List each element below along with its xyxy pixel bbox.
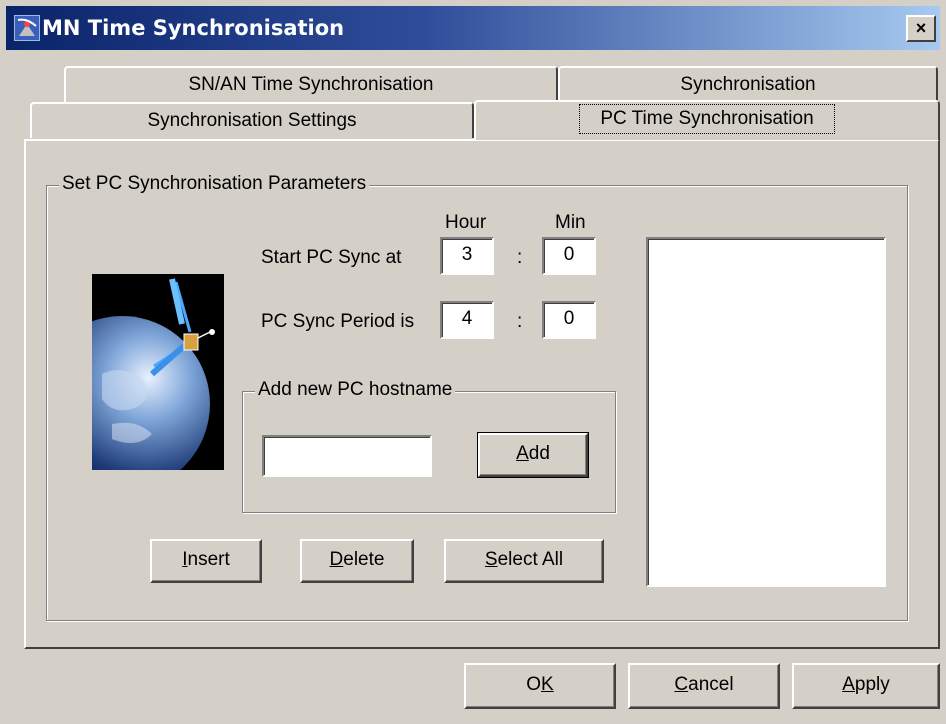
start-sync-label: Start PC Sync at [261,247,402,268]
time-separator: : [517,247,523,268]
tab-sn-an-time-synchronisation[interactable]: SN/AN Time Synchronisation [64,66,558,102]
add-button-label: dd [528,443,550,464]
ok-button-mnemonic: K [541,674,554,695]
add-button-mnemonic: A [516,443,529,464]
start-hour-field[interactable]: 3 [440,237,494,275]
delete-button-label: elete [343,549,385,570]
start-min-field[interactable]: 0 [542,237,596,275]
cancel-button-mnemonic: C [674,674,689,695]
select-all-button-label: elect All [497,549,564,570]
dialog-window: MN Time Synchronisation × SN/AN Time Syn… [0,0,946,724]
apply-button-mnemonic: A [842,674,855,695]
satellite-earth-image [92,274,224,470]
hostname-listbox[interactable] [646,237,886,587]
select-all-button[interactable]: Select All [444,539,604,583]
time-separator: : [517,311,523,332]
period-hour-field[interactable]: 4 [440,301,494,339]
apply-button-label: pply [854,674,890,695]
tab-label: Synchronisation Settings [147,110,357,131]
tab-label: PC Time Synchronisation [579,104,835,134]
sync-period-label: PC Sync Period is [261,311,415,332]
tab-synchronisation[interactable]: Synchronisation [558,66,938,102]
ok-button-label: O [526,674,542,695]
delete-button-mnemonic: D [329,549,344,570]
delete-button[interactable]: Delete [300,539,414,583]
group-title: Add new PC hostname [255,379,456,401]
satellite-dish-icon [14,15,40,41]
insert-button-label: nsert [187,549,230,570]
cancel-button-label: ancel [688,674,734,695]
tab-pc-time-synchronisation[interactable]: PC Time Synchronisation [474,100,940,140]
cancel-button[interactable]: Cancel [628,663,780,709]
hour-header: Hour [445,212,487,233]
select-all-button-mnemonic: S [484,549,498,570]
period-min-field[interactable]: 0 [542,301,596,339]
insert-button[interactable]: Insert [150,539,262,583]
tab-synchronisation-settings[interactable]: Synchronisation Settings [30,102,474,138]
window-title: MN Time Synchronisation [42,16,345,40]
tab-label: Synchronisation [680,74,816,95]
hostname-input[interactable] [262,435,432,477]
apply-button[interactable]: Apply [792,663,940,709]
add-button[interactable]: Add [477,432,589,478]
group-title: Set PC Synchronisation Parameters [59,173,370,195]
ok-button[interactable]: OK [464,663,616,709]
tab-label: SN/AN Time Synchronisation [188,74,434,95]
title-bar[interactable]: MN Time Synchronisation × [6,6,940,50]
close-button[interactable]: × [906,15,936,42]
min-header: Min [555,212,586,233]
